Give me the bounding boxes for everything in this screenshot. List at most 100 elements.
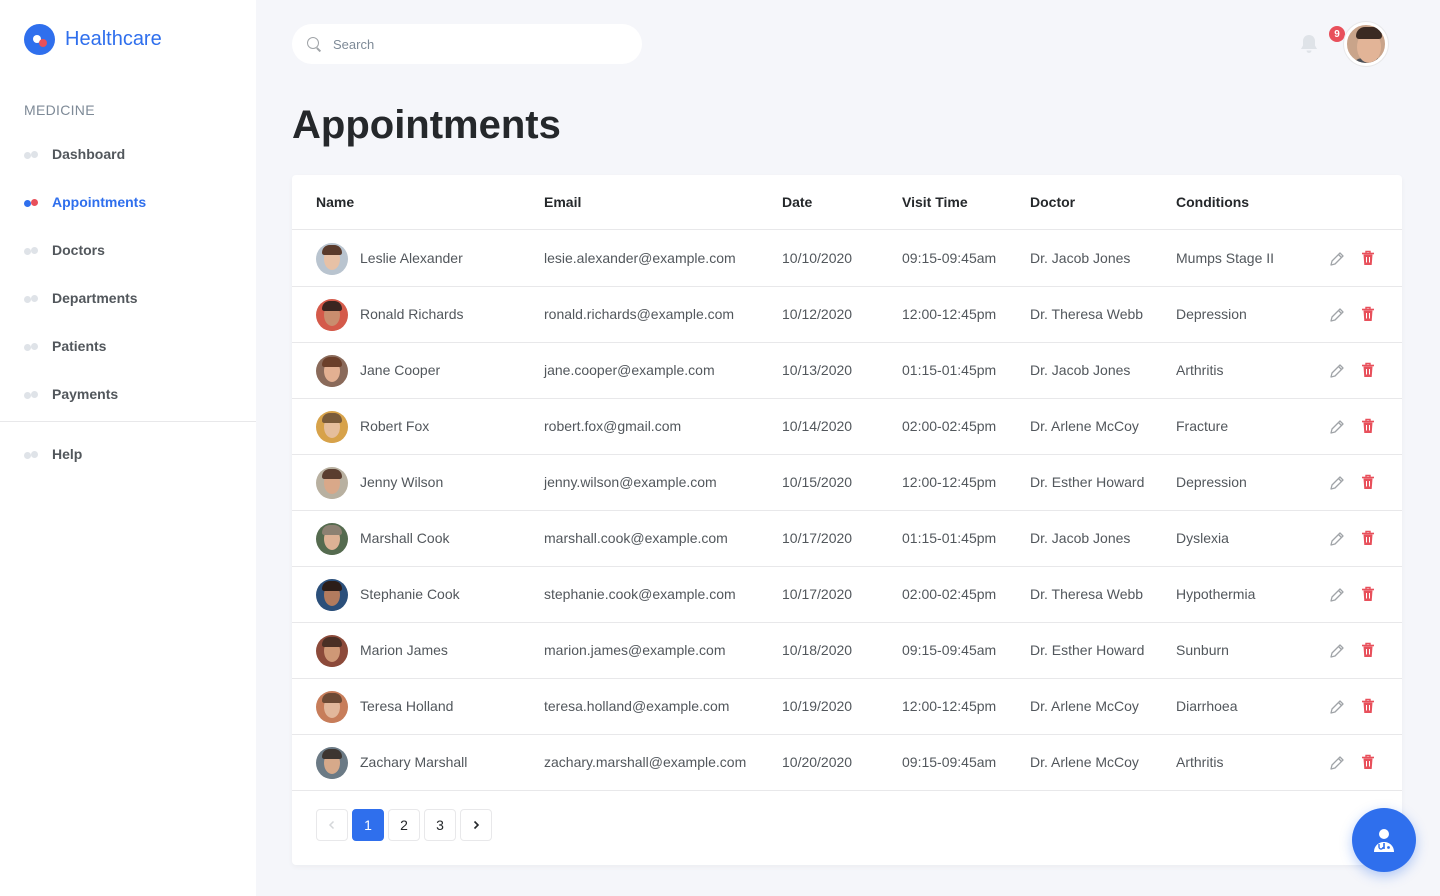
sidebar-item-patients[interactable]: Patients [0, 322, 256, 370]
cell-date: 10/12/2020 [782, 306, 853, 322]
page-title: Appointments [292, 103, 561, 147]
trash-icon[interactable] [1361, 698, 1375, 714]
table-row[interactable]: Robert Fox robert.fox@gmail.com 10/14/2020… [292, 399, 1402, 455]
sidebar-item-payments[interactable]: Payments [0, 370, 256, 418]
page-button-3[interactable]: 3 [424, 809, 456, 841]
trash-icon[interactable] [1361, 250, 1375, 266]
table-row[interactable]: Jane Cooper jane.cooper@example.com 10/13/… [292, 343, 1402, 399]
pills-icon [24, 148, 40, 160]
cell-visit-time: 12:00-12:45pm [902, 698, 997, 714]
cell-doctor: Dr. Jacob Jones [1030, 530, 1131, 546]
trash-icon[interactable] [1361, 474, 1375, 490]
cell-name: Jenny Wilson [360, 474, 444, 490]
column-header-conditions[interactable]: Conditions [1176, 194, 1249, 210]
table-row[interactable]: Leslie Alexander lesie.alexander@example.… [292, 231, 1402, 287]
column-header-date[interactable]: Date [782, 194, 812, 210]
cell-email: marion.james@example.com [544, 642, 726, 658]
pagination: 1 2 3 [316, 809, 496, 841]
column-header-doctor[interactable]: Doctor [1030, 194, 1075, 210]
trash-icon[interactable] [1361, 642, 1375, 658]
pencil-icon[interactable] [1329, 251, 1345, 267]
trash-icon[interactable] [1361, 306, 1375, 322]
cell-doctor: Dr. Arlene McCoy [1030, 754, 1139, 770]
table-row[interactable]: Marshall Cook marshall.cook@example.com 10… [292, 511, 1402, 567]
cell-doctor: Dr. Jacob Jones [1030, 362, 1131, 378]
pencil-icon[interactable] [1329, 475, 1345, 491]
patient-avatar [316, 467, 348, 499]
sidebar-item-help[interactable]: Help [0, 430, 256, 478]
column-header-email[interactable]: Email [544, 194, 581, 210]
cell-doctor: Dr. Arlene McCoy [1030, 698, 1139, 714]
column-header-visit-time[interactable]: Visit Time [902, 194, 968, 210]
table-header: Name Email Date Visit Time Doctor Condit… [292, 175, 1402, 230]
cell-email: jane.cooper@example.com [544, 362, 715, 378]
pills-icon [24, 244, 40, 256]
trash-icon[interactable] [1361, 362, 1375, 378]
table-row[interactable]: Ronald Richards ronald.richards@example.c… [292, 287, 1402, 343]
sidebar-item-label: Appointments [52, 194, 147, 210]
cell-visit-time: 02:00-02:45pm [902, 586, 997, 602]
patient-avatar [316, 747, 348, 779]
trash-icon[interactable] [1361, 754, 1375, 770]
patient-avatar [316, 355, 348, 387]
cell-visit-time: 12:00-12:45pm [902, 474, 997, 490]
add-appointment-fab[interactable] [1352, 808, 1416, 872]
pills-icon [24, 340, 40, 352]
prev-page-button[interactable] [316, 809, 348, 841]
cell-condition: Mumps Stage II [1176, 250, 1275, 266]
cell-name: Leslie Alexander [360, 250, 463, 266]
cell-date: 10/17/2020 [782, 530, 853, 546]
page-button-2[interactable]: 2 [388, 809, 420, 841]
cell-visit-time: 09:15-09:45am [902, 754, 997, 770]
page-button-1[interactable]: 1 [352, 809, 384, 841]
cell-date: 10/20/2020 [782, 754, 853, 770]
sidebar-item-appointments[interactable]: Appointments [0, 178, 256, 226]
cell-visit-time: 09:15-09:45am [902, 642, 997, 658]
trash-icon[interactable] [1361, 530, 1375, 546]
pencil-icon[interactable] [1329, 587, 1345, 603]
sidebar-divider [0, 421, 256, 422]
cell-condition: Hypothermia [1176, 586, 1256, 602]
cell-email: robert.fox@gmail.com [544, 418, 682, 434]
trash-icon[interactable] [1361, 586, 1375, 602]
cell-name: Robert Fox [360, 418, 430, 434]
brand[interactable]: Healthcare [24, 24, 162, 55]
cell-date: 10/10/2020 [782, 250, 853, 266]
sidebar-nav: Dashboard Appointments Doctors Departments P… [0, 130, 256, 418]
next-page-button[interactable] [460, 809, 492, 841]
search-input[interactable] [333, 36, 613, 52]
bell-icon[interactable] [1297, 32, 1321, 56]
pencil-icon[interactable] [1329, 531, 1345, 547]
pencil-icon[interactable] [1329, 643, 1345, 659]
user-menu[interactable] [1344, 22, 1406, 66]
cell-date: 10/13/2020 [782, 362, 853, 378]
table-row[interactable]: Teresa Holland teresa.holland@example.com… [292, 679, 1402, 735]
cell-doctor: Dr. Jacob Jones [1030, 250, 1131, 266]
table-row[interactable]: Marion James marion.james@example.com 10/1… [292, 623, 1402, 679]
cell-name: Teresa Holland [360, 698, 454, 714]
sidebar-item-dashboard[interactable]: Dashboard [0, 130, 256, 178]
pencil-icon[interactable] [1329, 419, 1345, 435]
pencil-icon[interactable] [1329, 755, 1345, 771]
cell-doctor: Dr. Theresa Webb [1030, 306, 1144, 322]
cell-email: zachary.marshall@example.com [544, 754, 747, 770]
trash-icon[interactable] [1361, 418, 1375, 434]
pills-icon [24, 448, 40, 460]
table-row[interactable]: Stephanie Cook stephanie.cook@example.com… [292, 567, 1402, 623]
cell-date: 10/14/2020 [782, 418, 853, 434]
sidebar-item-doctors[interactable]: Doctors [0, 226, 256, 274]
table-row[interactable]: Jenny Wilson jenny.wilson@example.com 10/1… [292, 455, 1402, 511]
cell-email: lesie.alexander@example.com [544, 250, 736, 266]
cell-email: jenny.wilson@example.com [544, 474, 717, 490]
user-avatar[interactable] [1344, 22, 1388, 66]
cell-date: 10/17/2020 [782, 586, 853, 602]
patient-avatar [316, 299, 348, 331]
search-bar[interactable] [292, 24, 642, 64]
sidebar-item-departments[interactable]: Departments [0, 274, 256, 322]
pencil-icon[interactable] [1329, 307, 1345, 323]
column-header-name[interactable]: Name [316, 194, 354, 210]
table-row[interactable]: Zachary Marshall zachary.marshall@example… [292, 735, 1402, 791]
cell-condition: Arthritis [1176, 362, 1224, 378]
pencil-icon[interactable] [1329, 363, 1345, 379]
pencil-icon[interactable] [1329, 699, 1345, 715]
